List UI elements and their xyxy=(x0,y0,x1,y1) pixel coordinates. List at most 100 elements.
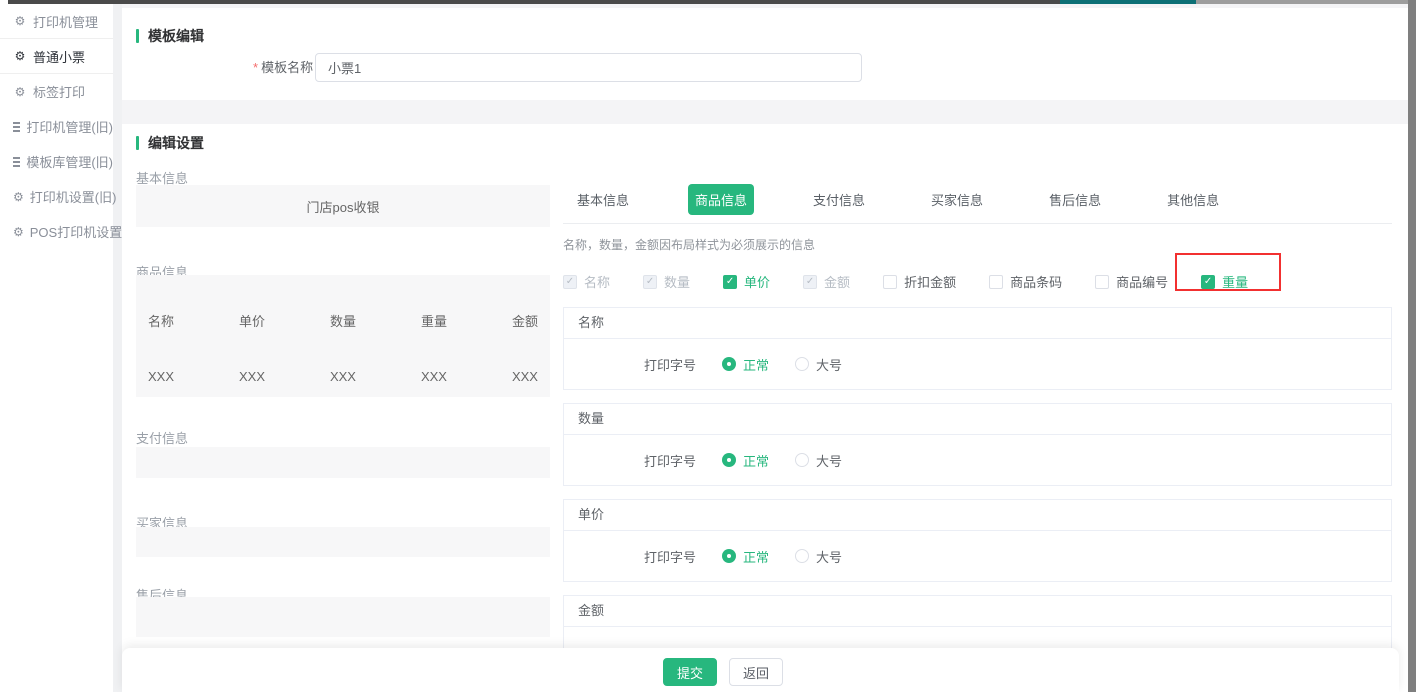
tab-basic-info[interactable]: 基本信息 xyxy=(570,184,636,215)
footer-action-bar: 提交 返回 xyxy=(122,648,1399,692)
radio-normal[interactable]: 正常 xyxy=(722,547,769,566)
radio-large[interactable]: 大号 xyxy=(795,547,842,566)
field-card-quantity: 数量 打印字号 正常 大号 xyxy=(563,403,1392,486)
field-card-title: 单价 xyxy=(564,500,1391,531)
tab-other-info[interactable]: 其他信息 xyxy=(1160,184,1226,215)
sidebar-item-printer-management-old[interactable]: 打印机管理(旧) xyxy=(0,109,113,144)
checkbox-checked-icon xyxy=(723,275,737,289)
tab-aftersale-info[interactable]: 售后信息 xyxy=(1042,184,1108,215)
checkbox-checked-disabled-icon xyxy=(643,275,657,289)
sidebar-item-label: 普通小票 xyxy=(33,47,85,66)
print-font-size-label: 打印字号 xyxy=(644,355,696,374)
checkbox-product-barcode[interactable]: 商品条码 xyxy=(989,272,1062,291)
sidebar-item-label: POS打印机设置 xyxy=(30,222,122,241)
sidebar: ⚙ 打印机管理 ⚙ 普通小票 ⚙ 标签打印 打印机管理(旧) 模板库管理(旧) … xyxy=(0,0,113,692)
preview-column: 单价 xyxy=(239,311,265,330)
checkbox-name[interactable]: 名称 xyxy=(563,272,610,291)
preview-receipt-title: 门店pos收银 xyxy=(307,197,380,216)
gear-icon: ⚙ xyxy=(13,50,27,62)
checkbox-checked-icon xyxy=(1201,275,1215,289)
sidebar-item-printer-settings-old[interactable]: ⚙ 打印机设置(旧) xyxy=(0,179,113,214)
field-card-body: 打印字号 正常 大号 xyxy=(564,531,1391,581)
checkbox-unchecked-icon xyxy=(1095,275,1109,289)
checkbox-quantity[interactable]: 数量 xyxy=(643,272,690,291)
checkbox-unit-price[interactable]: 单价 xyxy=(723,272,770,291)
checkbox-checked-disabled-icon xyxy=(563,275,577,289)
browser-top-strip-progress xyxy=(1060,0,1196,4)
checkbox-amount[interactable]: 金额 xyxy=(803,272,850,291)
tab-buyer-info[interactable]: 买家信息 xyxy=(924,184,990,215)
preview-payment-info-box xyxy=(136,447,550,478)
template-name-input[interactable] xyxy=(315,53,862,82)
submit-button[interactable]: 提交 xyxy=(663,658,717,686)
checkbox-unchecked-icon xyxy=(989,275,1003,289)
checkbox-discount-amount[interactable]: 折扣金额 xyxy=(883,272,956,291)
sidebar-item-label: 模板库管理(旧) xyxy=(26,152,113,171)
preview-goods-info-box: 名称 单价 数量 重量 金额 XXX XXX XXX XXX XXX xyxy=(136,275,550,397)
print-font-size-label: 打印字号 xyxy=(644,547,696,566)
preview-buyer-info-box xyxy=(136,527,550,557)
tab-goods-info[interactable]: 商品信息 xyxy=(688,184,754,215)
browser-top-strip xyxy=(8,0,1060,4)
radio-selected-icon xyxy=(722,453,736,467)
field-card-body: 打印字号 正常 大号 xyxy=(564,339,1391,389)
sidebar-item-pos-printer-settings[interactable]: ⚙ POS打印机设置 xyxy=(0,214,113,249)
edit-settings-section: 编辑设置 基本信息 门店pos收银 商品信息 名称 单价 数量 重量 金额 XX… xyxy=(122,124,1408,692)
tabs-divider xyxy=(563,223,1392,224)
field-card-unit-price: 单价 打印字号 正常 大号 xyxy=(563,499,1392,582)
required-asterisk: * xyxy=(253,60,258,75)
preview-column: 数量 xyxy=(330,311,356,330)
radio-normal[interactable]: 正常 xyxy=(722,451,769,470)
list-icon xyxy=(13,157,20,167)
preview-column: 重量 xyxy=(421,311,447,330)
checkbox-checked-disabled-icon xyxy=(803,275,817,289)
sidebar-item-printer-management[interactable]: ⚙ 打印机管理 xyxy=(0,4,113,39)
browser-top-strip xyxy=(1196,0,1408,4)
required-fields-note: 名称，数量，金额因布局样式为必须展示的信息 xyxy=(563,236,815,253)
preview-aftersale-info-box xyxy=(136,597,550,637)
gear-icon: ⚙ xyxy=(13,15,27,27)
section-title-bar xyxy=(136,136,139,150)
preview-column: 名称 xyxy=(148,311,174,330)
gear-icon: ⚙ xyxy=(13,191,24,203)
checkbox-weight[interactable]: 重量 xyxy=(1201,272,1248,291)
print-font-size-label: 打印字号 xyxy=(644,451,696,470)
tab-payment-info[interactable]: 支付信息 xyxy=(806,184,872,215)
preview-goods-header-row: 名称 单价 数量 重量 金额 xyxy=(148,311,538,330)
radio-large[interactable]: 大号 xyxy=(795,355,842,374)
section-title-bar xyxy=(136,29,139,43)
sidebar-divider xyxy=(113,0,122,692)
field-card-title: 金额 xyxy=(564,596,1391,627)
sidebar-item-label: 打印机管理(旧) xyxy=(26,117,113,136)
field-checkbox-row: 名称 数量 单价 金额 折扣金额 xyxy=(563,272,1281,291)
radio-unselected-icon xyxy=(795,549,809,563)
preview-cell: XXX xyxy=(239,369,265,384)
gear-icon: ⚙ xyxy=(13,86,27,98)
section-title-edit-settings: 编辑设置 xyxy=(136,133,204,153)
field-card-title: 数量 xyxy=(564,404,1391,435)
checkbox-product-number[interactable]: 商品编号 xyxy=(1095,272,1168,291)
radio-unselected-icon xyxy=(795,453,809,467)
radio-selected-icon xyxy=(722,357,736,371)
preview-cell: XXX xyxy=(512,369,538,384)
sidebar-item-label: 打印机管理 xyxy=(33,12,98,31)
sidebar-item-label: 打印机设置(旧) xyxy=(30,187,117,206)
gear-icon: ⚙ xyxy=(13,226,24,238)
field-card-title: 名称 xyxy=(564,308,1391,339)
list-icon xyxy=(13,122,20,132)
field-card-body: 打印字号 正常 大号 xyxy=(564,435,1391,485)
radio-large[interactable]: 大号 xyxy=(795,451,842,470)
radio-normal[interactable]: 正常 xyxy=(722,355,769,374)
pos-print-template-editor-page: ⚙ 打印机管理 ⚙ 普通小票 ⚙ 标签打印 打印机管理(旧) 模板库管理(旧) … xyxy=(0,0,1416,692)
preview-column: 金额 xyxy=(512,311,538,330)
preview-cell: XXX xyxy=(421,369,447,384)
vertical-scrollbar[interactable] xyxy=(1408,0,1416,692)
checkbox-unchecked-icon xyxy=(883,275,897,289)
sidebar-item-label-print[interactable]: ⚙ 标签打印 xyxy=(0,74,113,109)
field-card-name: 名称 打印字号 正常 大号 xyxy=(563,307,1392,390)
sidebar-item-normal-receipt[interactable]: ⚙ 普通小票 xyxy=(0,39,113,74)
sidebar-item-label: 标签打印 xyxy=(33,82,85,101)
back-button[interactable]: 返回 xyxy=(729,658,783,686)
section-title-template-edit: 模板编辑 xyxy=(136,26,204,46)
sidebar-item-template-library-old[interactable]: 模板库管理(旧) xyxy=(0,144,113,179)
